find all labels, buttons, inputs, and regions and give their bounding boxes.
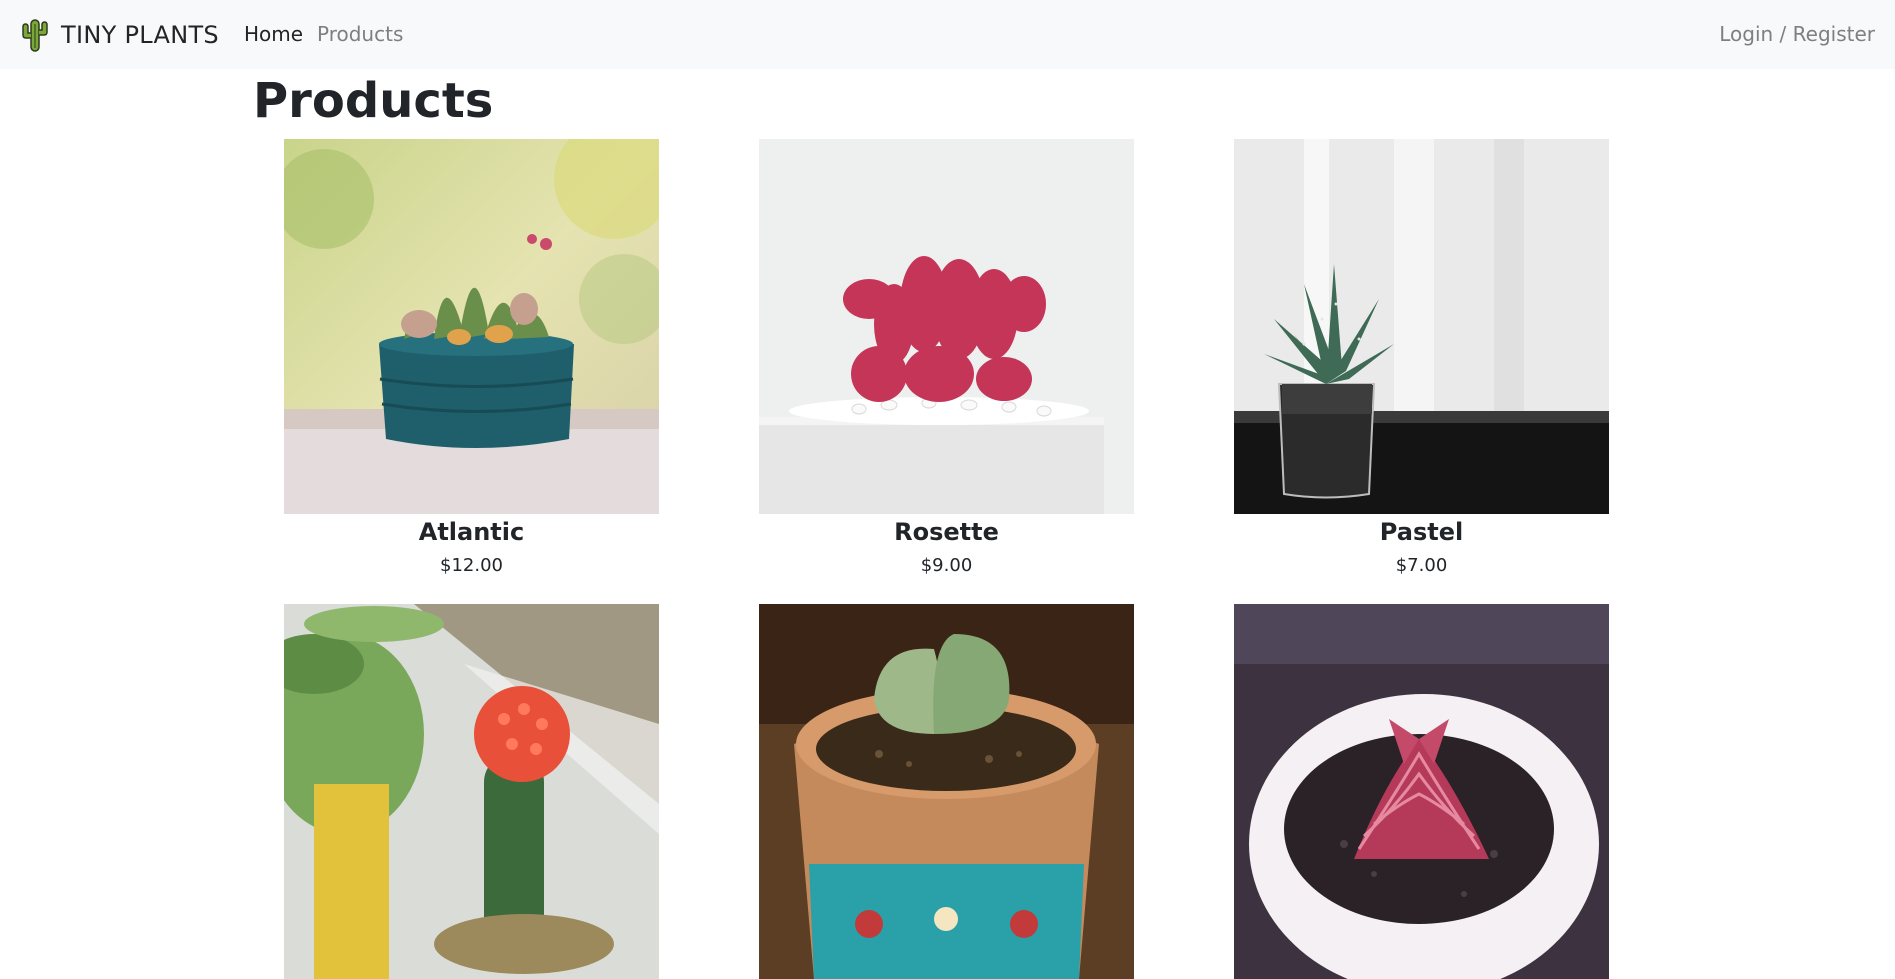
product-image-crassula[interactable]	[1234, 604, 1609, 979]
brand-link[interactable]: TINY PLANTS	[20, 0, 219, 69]
product-price: $9.00	[920, 555, 973, 576]
product-price: $7.00	[1395, 555, 1448, 576]
login-register-link[interactable]: Login / Register	[1719, 0, 1875, 69]
product-card-6[interactable]	[1234, 604, 1609, 979]
product-name[interactable]: Atlantic	[284, 516, 659, 548]
product-card-rosette[interactable]: Rosette $9.00	[759, 139, 1134, 580]
nav-link-home[interactable]: Home	[244, 0, 303, 69]
product-image-rosette[interactable]	[759, 139, 1134, 514]
brand-name: TINY PLANTS	[61, 20, 219, 49]
nav-link-products[interactable]: Products	[317, 0, 403, 69]
page-title: Products	[253, 73, 494, 129]
product-card-5[interactable]	[759, 604, 1134, 979]
product-name[interactable]: Pastel	[1234, 516, 1609, 548]
product-image-split-rock[interactable]	[759, 604, 1134, 979]
product-image-moon-cactus[interactable]	[284, 604, 659, 979]
cactus-icon	[22, 18, 48, 52]
product-card-4[interactable]	[284, 604, 659, 979]
product-card-pastel[interactable]: Pastel $7.00	[1234, 139, 1609, 580]
product-card-atlantic[interactable]: Atlantic $12.00	[284, 139, 659, 580]
product-image-atlantic[interactable]	[284, 139, 659, 514]
product-price: $12.00	[440, 555, 503, 576]
product-image-pastel[interactable]	[1234, 139, 1609, 514]
product-name[interactable]: Rosette	[759, 516, 1134, 548]
navbar: TINY PLANTS Home Products Login / Regist…	[0, 0, 1895, 69]
